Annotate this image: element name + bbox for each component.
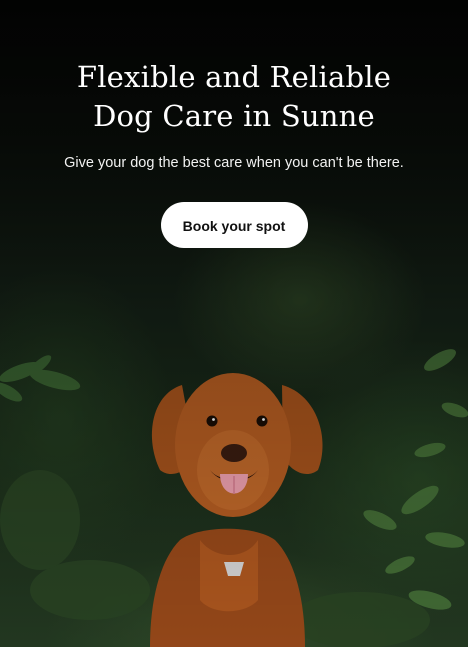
hero-title-line1: Flexible and Reliable (76, 60, 392, 94)
hero-content: Flexible and Reliable Dog Care in Sunne … (0, 58, 468, 248)
hero-title-line2: Dog Care in Sunne (93, 99, 375, 133)
hero-section: Flexible and Reliable Dog Care in Sunne … (0, 0, 468, 647)
hero-title: Flexible and Reliable Dog Care in Sunne (54, 58, 414, 136)
hero-subtitle: Give your dog the best care when you can… (64, 155, 404, 171)
book-your-spot-button[interactable]: Book your spot (160, 202, 308, 248)
